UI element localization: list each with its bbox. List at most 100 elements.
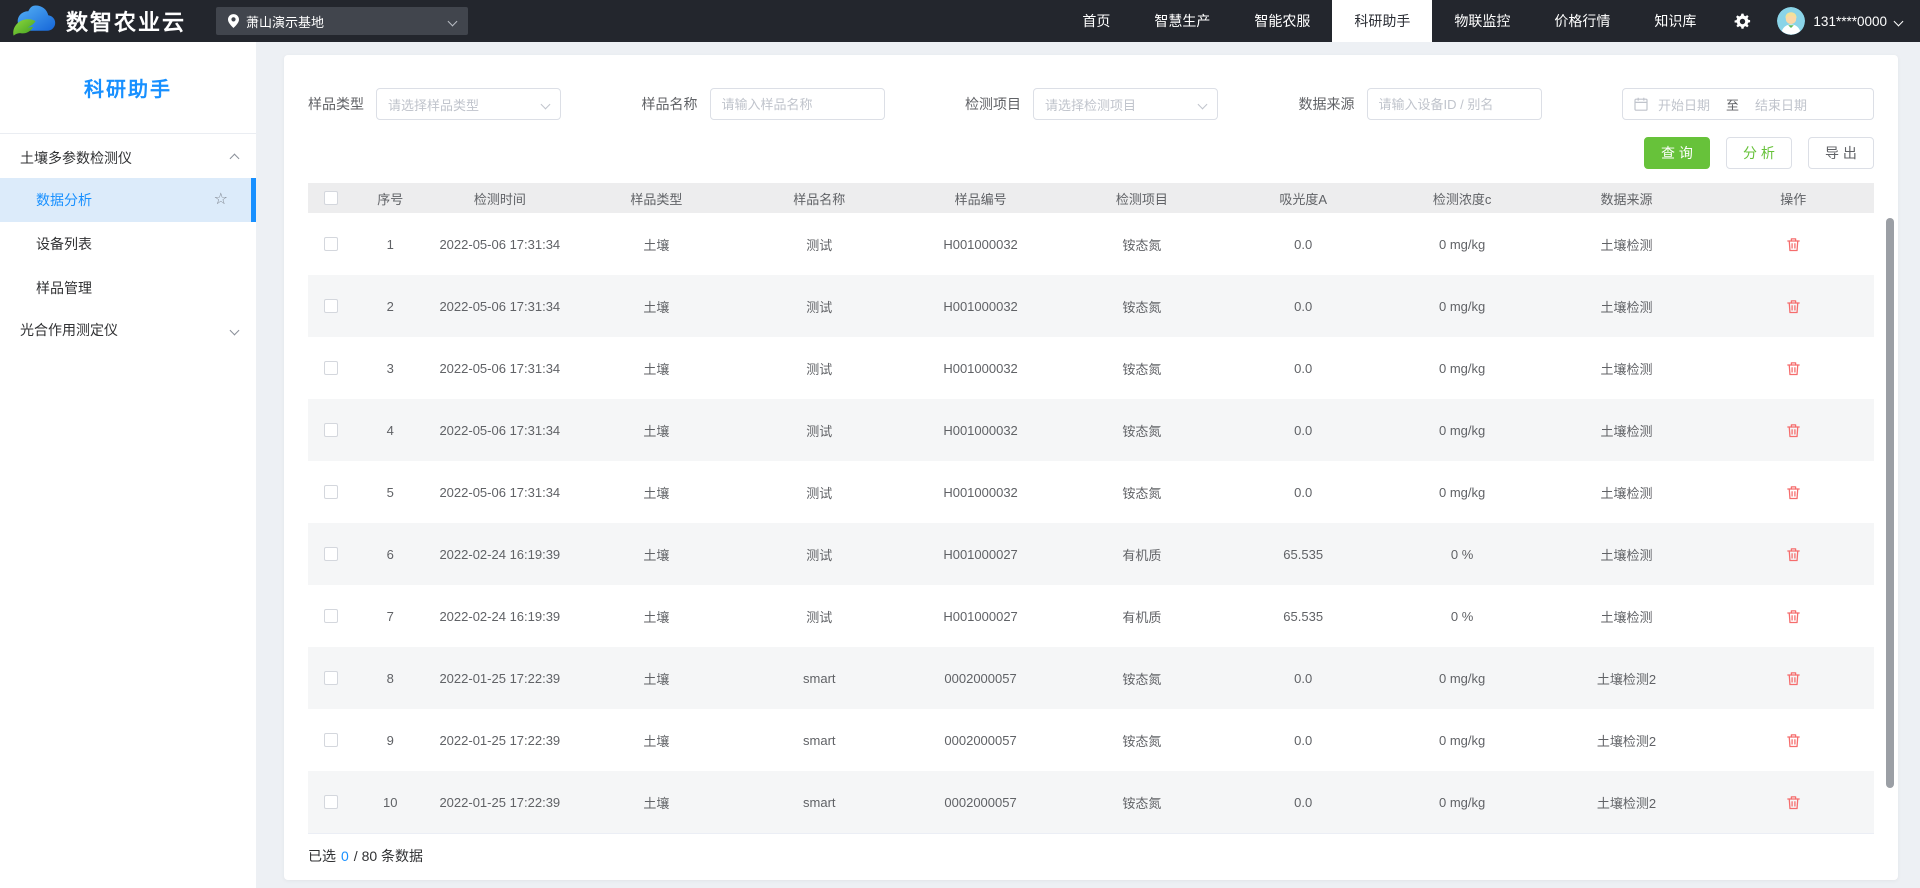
trash-icon[interactable] bbox=[1785, 670, 1802, 687]
cell-index: 6 bbox=[386, 546, 394, 562]
column-header: 检测浓度c bbox=[1432, 191, 1492, 207]
cell-concentration: 0 mg/kg bbox=[1438, 732, 1486, 748]
trash-icon[interactable] bbox=[1785, 298, 1802, 315]
sidebar-item[interactable]: 设备列表 bbox=[0, 222, 256, 266]
cell-sample-name: 测试 bbox=[806, 609, 833, 625]
table-row: 10 2022-01-25 17:22:39 土壤 smart 00020000… bbox=[308, 771, 1874, 833]
checkbox-cell bbox=[308, 547, 355, 561]
nav-item[interactable]: 智慧生产 bbox=[1132, 0, 1232, 42]
action-cell bbox=[1713, 298, 1874, 315]
trash-icon[interactable] bbox=[1785, 236, 1802, 253]
trash-icon[interactable] bbox=[1785, 546, 1802, 563]
star-icon[interactable]: ☆ bbox=[214, 192, 228, 208]
trash-icon[interactable] bbox=[1785, 608, 1802, 625]
brand: 数智农业云 bbox=[12, 3, 186, 39]
table-row: 4 2022-05-06 17:31:34 土壤 测试 H001000032 铵… bbox=[308, 399, 1874, 461]
checkbox-cell bbox=[308, 299, 355, 313]
analyze-button[interactable]: 分 析 bbox=[1726, 137, 1792, 169]
export-button[interactable]: 导 出 bbox=[1808, 137, 1874, 169]
chevron-down-icon bbox=[540, 99, 551, 109]
trash-icon[interactable] bbox=[1785, 732, 1802, 749]
row-checkbox[interactable] bbox=[324, 609, 339, 623]
action-cell bbox=[1713, 546, 1874, 563]
chevron-icon bbox=[229, 153, 240, 163]
cell-concentration: 0 mg/kg bbox=[1438, 484, 1486, 500]
query-button[interactable]: 查 询 bbox=[1644, 137, 1710, 169]
date-range-picker[interactable]: 开始日期 至 结束日期 bbox=[1622, 88, 1874, 120]
cell-sample-type: 土壤 bbox=[643, 609, 670, 625]
filter-test-item: 检测项目 请选择检测项目 bbox=[965, 88, 1218, 120]
nav-item[interactable]: 价格行情 bbox=[1532, 0, 1632, 42]
cell-test-item: 铵态氮 bbox=[1122, 733, 1162, 749]
cell-sample-type: 土壤 bbox=[643, 299, 670, 315]
cell-sample-no: 0002000057 bbox=[944, 732, 1017, 748]
row-checkbox[interactable] bbox=[324, 795, 339, 809]
nav-item[interactable]: 科研助手 bbox=[1332, 0, 1433, 42]
column-header: 检测时间 bbox=[473, 191, 526, 207]
base-selector[interactable]: 萧山演示基地 bbox=[216, 7, 469, 35]
trash-icon[interactable] bbox=[1785, 422, 1802, 439]
table-scrollbar[interactable] bbox=[1886, 218, 1894, 788]
row-checkbox[interactable] bbox=[324, 485, 339, 499]
data-source-input[interactable] bbox=[1367, 89, 1541, 119]
cell-data-source: 土壤检测2 bbox=[1596, 795, 1657, 811]
filter-date-range: 开始日期 至 结束日期 bbox=[1622, 88, 1874, 120]
row-checkbox[interactable] bbox=[324, 237, 339, 251]
test-item-label: 检测项目 bbox=[965, 96, 1021, 112]
nav-item[interactable]: 物联监控 bbox=[1432, 0, 1532, 42]
cell-sample-type: 土壤 bbox=[643, 361, 670, 377]
cell-absorbance: 0.0 bbox=[1294, 484, 1313, 500]
cell-concentration: 0 mg/kg bbox=[1438, 794, 1486, 810]
cell-absorbance: 0.0 bbox=[1294, 732, 1313, 748]
cell-test-item: 铵态氮 bbox=[1122, 485, 1162, 501]
gear-icon[interactable] bbox=[1718, 12, 1767, 31]
cell-absorbance: 0.0 bbox=[1294, 360, 1313, 376]
checkbox-cell bbox=[308, 237, 355, 251]
column-header: 检测项目 bbox=[1115, 191, 1168, 207]
nav-item[interactable]: 知识库 bbox=[1632, 0, 1718, 42]
trash-icon[interactable] bbox=[1785, 484, 1802, 501]
row-checkbox[interactable] bbox=[324, 423, 339, 437]
cell-test-item: 有机质 bbox=[1122, 547, 1162, 563]
sample-type-select[interactable]: 请选择样品类型 bbox=[376, 88, 561, 120]
cell-test-item: 铵态氮 bbox=[1122, 423, 1162, 439]
cell-sample-no: H001000032 bbox=[943, 236, 1018, 252]
cell-index: 3 bbox=[386, 360, 394, 376]
test-item-select[interactable]: 请选择检测项目 bbox=[1033, 88, 1218, 120]
select-all-checkbox[interactable] bbox=[324, 191, 339, 205]
selection-summary: 已选 0 / 80 条数据 bbox=[308, 833, 1874, 877]
topbar: 数智农业云 萧山演示基地 首页 智慧生产 智能农服 科研助手 物联监控 价格行情… bbox=[0, 0, 1920, 42]
user-menu[interactable]: 131****0000 bbox=[1767, 7, 1920, 35]
sample-name-field bbox=[709, 88, 885, 120]
column-header: 序号 bbox=[377, 191, 404, 207]
checkbox-cell bbox=[308, 733, 355, 747]
cell-concentration: 0 % bbox=[1450, 608, 1474, 624]
table-row: 9 2022-01-25 17:22:39 土壤 smart 000200005… bbox=[308, 709, 1874, 771]
sidebar-item[interactable]: 数据分析 ☆ bbox=[0, 178, 256, 222]
row-checkbox[interactable] bbox=[324, 733, 339, 747]
trash-icon[interactable] bbox=[1785, 360, 1802, 377]
row-checkbox[interactable] bbox=[324, 547, 339, 561]
sample-name-input[interactable] bbox=[710, 89, 884, 119]
cell-data-source: 土壤检测2 bbox=[1596, 671, 1657, 687]
trash-icon[interactable] bbox=[1785, 794, 1802, 811]
cell-sample-type: 土壤 bbox=[643, 733, 670, 749]
cell-index: 4 bbox=[386, 422, 394, 438]
cell-test-item: 铵态氮 bbox=[1122, 671, 1162, 687]
cell-absorbance: 0.0 bbox=[1294, 422, 1313, 438]
chevron-icon bbox=[229, 325, 240, 335]
row-checkbox[interactable] bbox=[324, 671, 339, 685]
nav-item[interactable]: 智能农服 bbox=[1232, 0, 1332, 42]
column-header: 数据来源 bbox=[1600, 191, 1653, 207]
test-item-placeholder: 请选择检测项目 bbox=[1045, 97, 1137, 113]
sidebar-item[interactable]: 样品管理 bbox=[0, 266, 256, 310]
nav-item[interactable]: 首页 bbox=[1060, 0, 1132, 42]
action-cell bbox=[1713, 732, 1874, 749]
cell-absorbance: 0.0 bbox=[1294, 670, 1313, 686]
sidebar-item[interactable]: 土壤多参数检测仪 bbox=[0, 138, 256, 178]
cell-index: 5 bbox=[386, 484, 394, 500]
sidebar-item[interactable]: 光合作用测定仪 bbox=[0, 310, 256, 350]
chevron-down-icon bbox=[1197, 99, 1208, 109]
row-checkbox[interactable] bbox=[324, 361, 339, 375]
row-checkbox[interactable] bbox=[324, 299, 339, 313]
